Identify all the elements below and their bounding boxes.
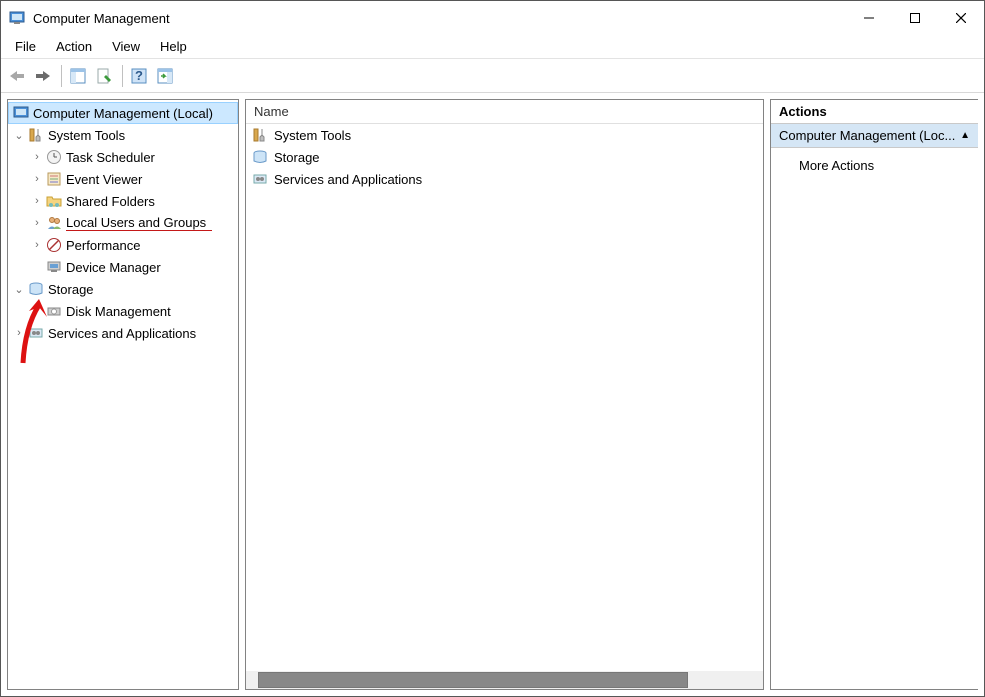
tree-label: Storage — [48, 282, 100, 297]
list-item-storage[interactable]: Storage — [246, 146, 763, 168]
tree-local-users-groups[interactable]: › Local Users and Groups — [8, 212, 238, 234]
tree-root[interactable]: Computer Management (Local) — [8, 102, 238, 124]
tree-label: Shared Folders — [66, 194, 161, 209]
tree-system-tools[interactable]: ⌄ System Tools — [8, 124, 238, 146]
help-button[interactable]: ? — [127, 64, 151, 88]
collapse-icon[interactable]: ⌄ — [12, 129, 26, 142]
device-manager-icon — [46, 259, 62, 275]
tree-label: Disk Management — [66, 304, 177, 319]
scrollbar-thumb[interactable] — [258, 672, 688, 688]
tree-label: Local Users and Groups — [66, 215, 212, 231]
close-button[interactable] — [938, 1, 984, 35]
action-more-actions[interactable]: More Actions — [771, 154, 978, 177]
collapse-icon[interactable]: ⌄ — [12, 283, 26, 296]
app-icon — [9, 10, 25, 26]
minimize-button[interactable] — [846, 1, 892, 35]
event-viewer-icon — [46, 171, 62, 187]
computer-management-icon — [13, 105, 29, 121]
tree-disk-management[interactable]: Disk Management — [8, 300, 238, 322]
list-item-label: System Tools — [274, 128, 351, 143]
users-groups-icon — [46, 215, 62, 231]
toolbar-separator — [122, 65, 123, 87]
shared-folders-icon — [46, 193, 62, 209]
titlebar: Computer Management — [1, 1, 984, 35]
menu-view[interactable]: View — [102, 36, 150, 57]
expand-icon[interactable]: › — [30, 217, 44, 229]
tree-task-scheduler[interactable]: › Task Scheduler — [8, 146, 238, 168]
list-body: System Tools Storage Services and Applic… — [246, 124, 763, 671]
list-item-label: Services and Applications — [274, 172, 422, 187]
show-hide-tree-button[interactable] — [66, 64, 90, 88]
system-tools-icon — [252, 127, 268, 143]
list-header-name[interactable]: Name — [246, 100, 763, 124]
menu-help[interactable]: Help — [150, 36, 197, 57]
content-area: Computer Management (Local) ⌄ System Too… — [1, 93, 984, 696]
expand-icon[interactable]: › — [12, 327, 26, 339]
tree-storage[interactable]: ⌄ Storage — [8, 278, 238, 300]
tree-device-manager[interactable]: Device Manager — [8, 256, 238, 278]
actions-group-label: Computer Management (Loc... — [779, 128, 955, 143]
window-title: Computer Management — [33, 11, 846, 26]
storage-icon — [252, 149, 268, 165]
expand-icon[interactable]: › — [30, 195, 44, 207]
expand-icon[interactable]: › — [30, 151, 44, 163]
tree-label: Services and Applications — [48, 326, 202, 341]
toolbar-separator — [61, 65, 62, 87]
storage-icon — [28, 281, 44, 297]
expand-icon[interactable]: › — [30, 239, 44, 251]
tree-root-label: Computer Management (Local) — [33, 106, 219, 121]
tree-shared-folders[interactable]: › Shared Folders — [8, 190, 238, 212]
clock-icon — [46, 149, 62, 165]
actions-body: More Actions — [771, 148, 978, 689]
svg-text:?: ? — [135, 68, 143, 83]
services-apps-icon — [252, 171, 268, 187]
action-pane-button[interactable] — [153, 64, 177, 88]
window-controls — [846, 1, 984, 35]
menu-file[interactable]: File — [5, 36, 46, 57]
tree-label: Task Scheduler — [66, 150, 161, 165]
tree-performance[interactable]: › Performance — [8, 234, 238, 256]
tree-label: Device Manager — [66, 260, 167, 275]
collapse-triangle-icon: ▲ — [960, 130, 970, 141]
tree-services-apps[interactable]: › Services and Applications — [8, 322, 238, 344]
properties-button[interactable] — [92, 64, 116, 88]
tree-label: Event Viewer — [66, 172, 148, 187]
forward-button[interactable] — [31, 64, 55, 88]
list-item-services-apps[interactable]: Services and Applications — [246, 168, 763, 190]
list-pane: Name System Tools Storage Services and A… — [245, 99, 764, 690]
list-item-label: Storage — [274, 150, 320, 165]
menubar: File Action View Help — [1, 35, 984, 59]
list-item-system-tools[interactable]: System Tools — [246, 124, 763, 146]
performance-icon — [46, 237, 62, 253]
back-button[interactable] — [5, 64, 29, 88]
expand-icon[interactable]: › — [30, 173, 44, 185]
maximize-button[interactable] — [892, 1, 938, 35]
tree-label: Performance — [66, 238, 146, 253]
system-tools-icon — [28, 127, 44, 143]
services-apps-icon — [28, 325, 44, 341]
tree-event-viewer[interactable]: › Event Viewer — [8, 168, 238, 190]
tree-label: System Tools — [48, 128, 131, 143]
actions-pane: Actions Computer Management (Loc... ▲ Mo… — [770, 99, 978, 690]
horizontal-scrollbar[interactable] — [246, 671, 763, 689]
menu-action[interactable]: Action — [46, 36, 102, 57]
actions-group[interactable]: Computer Management (Loc... ▲ — [771, 124, 978, 148]
actions-header: Actions — [771, 100, 978, 124]
tree-pane: Computer Management (Local) ⌄ System Too… — [7, 99, 239, 690]
disk-management-icon — [46, 303, 62, 319]
tree: Computer Management (Local) ⌄ System Too… — [8, 100, 238, 689]
toolbar: ? — [1, 59, 984, 93]
